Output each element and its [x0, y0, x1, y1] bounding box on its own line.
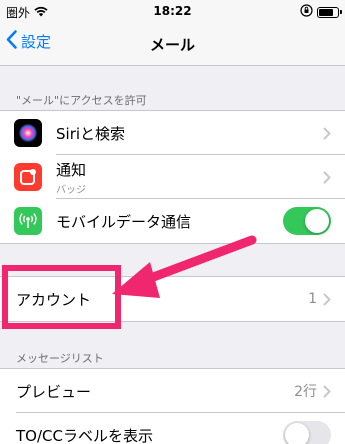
notifications-row[interactable]: 通知 バッジ	[0, 155, 345, 199]
notifications-icon	[14, 163, 42, 191]
battery-icon	[317, 6, 342, 18]
section-header-access: "メール"にアクセスを許可	[16, 94, 147, 107]
toggle-knob	[305, 209, 329, 233]
accounts-label: アカウント	[16, 290, 92, 309]
cellular-data-toggle[interactable]	[283, 207, 331, 235]
section-header-message-list: メッセージリスト	[16, 352, 104, 365]
siri-search-row[interactable]: Siriと検索	[0, 111, 345, 155]
notifications-label: 通知	[56, 160, 87, 179]
notifications-sublabel: バッジ	[56, 184, 86, 196]
status-bar: 圏外 18:22	[0, 0, 345, 22]
message-list-group: プレビュー 2行 TO/CCラベルを表示	[0, 368, 345, 444]
chevron-right-icon	[323, 171, 331, 184]
status-time: 18:22	[153, 4, 192, 18]
accounts-count: 1	[308, 291, 317, 307]
cellular-data-row: モバイルデータ通信	[0, 199, 345, 243]
cellular-icon	[14, 207, 42, 235]
navigation-bar: 設定 メール	[0, 22, 345, 66]
page-title: メール	[149, 36, 195, 54]
preview-value: 2行	[294, 384, 317, 400]
access-settings-group: Siriと検索 通知 バッジ モバイルデータ通信	[0, 110, 345, 244]
cellular-data-label: モバイルデータ通信	[56, 212, 192, 231]
siri-search-label: Siriと検索	[56, 124, 126, 143]
preview-row[interactable]: プレビュー 2行	[0, 369, 345, 413]
preview-label: プレビュー	[16, 382, 92, 401]
accounts-group: アカウント 1	[0, 276, 345, 322]
orientation-lock-icon	[300, 4, 313, 20]
toggle-knob	[285, 423, 309, 444]
siri-icon	[14, 119, 42, 147]
chevron-right-icon	[323, 293, 331, 306]
show-to-cc-label: TO/CCラベルを表示	[16, 426, 153, 444]
accounts-row[interactable]: アカウント 1	[0, 277, 345, 321]
show-to-cc-toggle[interactable]	[283, 421, 331, 444]
chevron-right-icon	[323, 127, 331, 140]
chevron-right-icon	[323, 385, 331, 398]
show-to-cc-row: TO/CCラベルを表示	[0, 413, 345, 444]
status-right	[300, 4, 342, 20]
